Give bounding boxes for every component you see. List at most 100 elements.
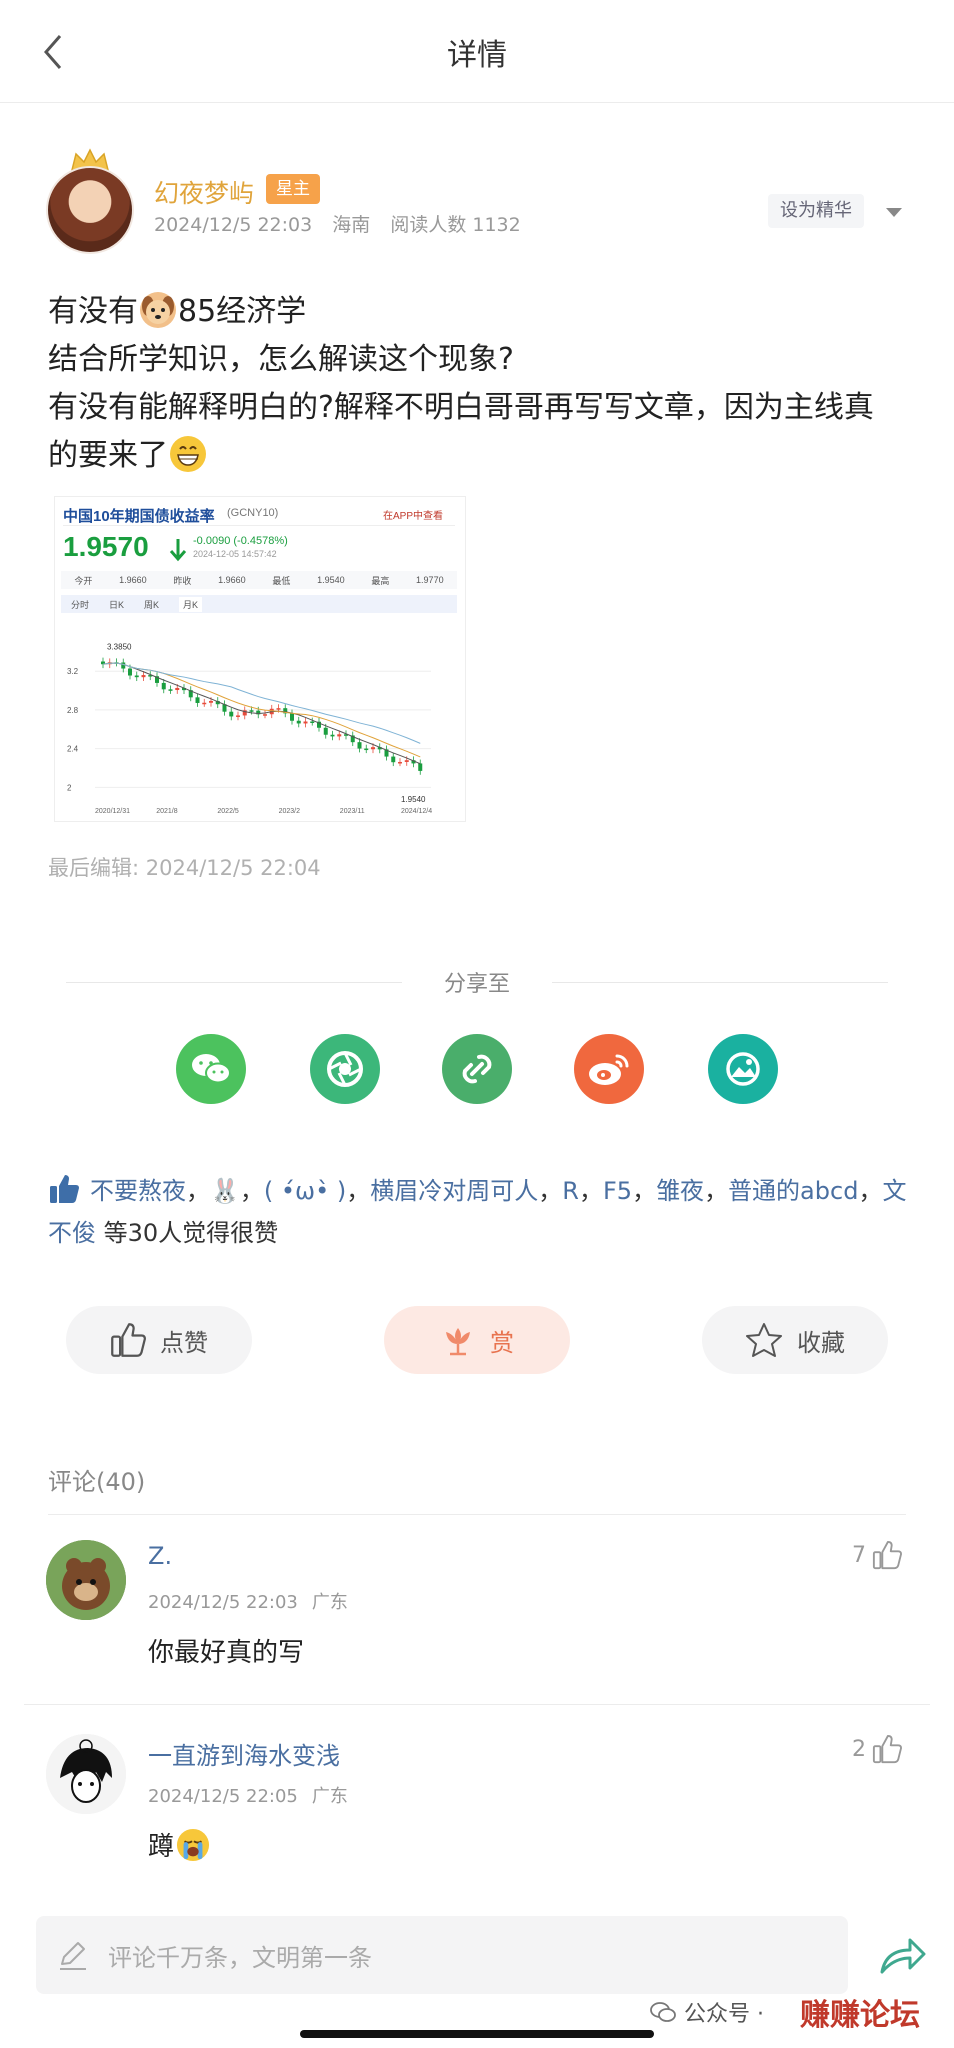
comment-input-placeholder: 评论千万条，文明第一条 bbox=[108, 1943, 372, 1972]
chart-tab[interactable]: 分时 bbox=[71, 598, 89, 611]
last-edit-time: 最后编辑: 2024/12/5 22:04 bbox=[48, 856, 321, 880]
crying-emoji-icon bbox=[176, 1828, 210, 1861]
candle-body bbox=[202, 702, 207, 705]
peak-label: 3.3850 bbox=[107, 642, 132, 651]
star-icon bbox=[746, 1323, 782, 1357]
comments-title: 评论(40) bbox=[48, 1468, 146, 1496]
candle-body bbox=[209, 700, 213, 703]
chart-tab[interactable]: 周K bbox=[144, 598, 159, 611]
liker[interactable]: ( •́ω•̀ ) bbox=[264, 1177, 346, 1205]
wechat-official-icon bbox=[650, 2002, 676, 2022]
candle-body bbox=[290, 713, 294, 721]
comment-divider bbox=[24, 1704, 930, 1705]
liker[interactable]: 普通的abcd bbox=[728, 1177, 858, 1205]
comment-author[interactable]: Z. bbox=[148, 1542, 172, 1570]
comment-avatar[interactable] bbox=[46, 1734, 126, 1814]
quote-prev-value: 1.9660 bbox=[218, 575, 246, 585]
chart-quotes: 今开 1.9660 昨收 1.9660 最低 1.9540 最高 1.9770 bbox=[61, 571, 457, 589]
comments-divider bbox=[48, 1514, 906, 1515]
chart-timestamp: 2024-12-05 14:57:42 bbox=[193, 549, 277, 559]
comment-text: 你最好真的写 bbox=[148, 1638, 305, 1668]
set-essence-button[interactable]: 设为精华 bbox=[768, 194, 864, 228]
candle-body bbox=[236, 715, 240, 717]
comment-like-button[interactable]: 2 bbox=[852, 1734, 902, 1764]
forward-share-icon[interactable] bbox=[874, 1928, 930, 1984]
watermark-text: 公众号 · bbox=[684, 2002, 764, 2027]
candle-body bbox=[296, 720, 301, 724]
liker[interactable]: 🐰 bbox=[210, 1177, 240, 1205]
quote-high-label: 最高 bbox=[371, 575, 390, 586]
chart-divider bbox=[63, 525, 455, 526]
reward-button[interactable]: 赏 bbox=[384, 1306, 570, 1374]
likes-summary: 等30人觉得很赞 bbox=[103, 1219, 279, 1247]
quote-high-value: 1.9770 bbox=[416, 575, 444, 585]
candle-body bbox=[330, 734, 335, 737]
post-line1-prefix: 有没有 bbox=[48, 294, 138, 329]
chart-tab-active[interactable]: 月K bbox=[179, 596, 203, 612]
collect-button-label: 收藏 bbox=[797, 1328, 845, 1357]
down-arrow-icon bbox=[169, 539, 187, 562]
chart-title: 中国10年期国债收益率 bbox=[63, 508, 215, 525]
liker[interactable]: 不要熬夜 bbox=[90, 1177, 186, 1205]
chart-tab[interactable]: 日K bbox=[109, 598, 124, 611]
candle-body bbox=[263, 714, 267, 716]
candle-body bbox=[323, 727, 328, 735]
comment-time: 2024/12/5 22:03 bbox=[148, 1592, 298, 1613]
candle-body bbox=[175, 687, 180, 691]
comment-author[interactable]: 一直游到海水变浅 bbox=[148, 1736, 340, 1771]
thumb-up-icon bbox=[872, 1734, 902, 1764]
avatar-image bbox=[46, 166, 134, 254]
liker[interactable]: 雏夜 bbox=[656, 1177, 704, 1205]
candle-body bbox=[357, 742, 362, 749]
y-tick-label: 2.8 bbox=[67, 706, 79, 715]
read-count: 阅读人数 1132 bbox=[390, 214, 521, 236]
liker[interactable]: 横眉冷对周可人 bbox=[370, 1177, 538, 1205]
comment-meta: 2024/12/5 22:05 广东 bbox=[148, 1782, 362, 1808]
low-label: 1.9540 bbox=[401, 795, 426, 804]
share-weibo-button[interactable] bbox=[574, 1034, 644, 1104]
y-tick-label: 3.2 bbox=[67, 667, 79, 676]
candle-body bbox=[337, 734, 342, 737]
candle-body bbox=[229, 711, 234, 717]
x-tick-label: 2021/8 bbox=[156, 808, 178, 815]
post-line1-suffix: 85经济学 bbox=[178, 294, 307, 329]
share-moments-button[interactable] bbox=[310, 1034, 380, 1104]
quote-open-value: 1.9660 bbox=[119, 575, 147, 585]
thumb-up-icon bbox=[111, 1323, 146, 1357]
share-qzone-button[interactable] bbox=[708, 1034, 778, 1104]
candle-body bbox=[391, 756, 396, 763]
wechat-icon bbox=[192, 1054, 231, 1084]
watermark-brand: 赚赚论坛 bbox=[800, 1998, 920, 2033]
share-wechat-button[interactable] bbox=[176, 1034, 246, 1104]
share-link-button[interactable] bbox=[442, 1034, 512, 1104]
thumb-up-filled-icon bbox=[50, 1175, 79, 1203]
y-tick-label: 2.4 bbox=[67, 745, 79, 754]
quote-low-label: 最低 bbox=[272, 575, 291, 586]
collect-button[interactable]: 收藏 bbox=[702, 1306, 888, 1374]
thumb-up-icon bbox=[872, 1540, 902, 1570]
like-button[interactable]: 点赞 bbox=[66, 1306, 252, 1374]
comment-like-button[interactable]: 7 bbox=[852, 1540, 902, 1570]
reward-button-label: 赏 bbox=[490, 1328, 514, 1357]
liker[interactable]: F5 bbox=[603, 1177, 632, 1205]
comment-input[interactable]: 评论千万条，文明第一条 bbox=[36, 1916, 848, 1994]
author-avatar[interactable] bbox=[46, 148, 134, 254]
post-content: 有没有 85经济学 结合所学知识，怎么解读这个现象? 有没有能解释明白的?解释不明… bbox=[48, 288, 908, 480]
chart-code: (GCNY10) bbox=[227, 507, 279, 519]
candle-body bbox=[371, 747, 375, 750]
watermark: 公众号 · bbox=[650, 1996, 764, 2028]
likes-list: 不要熬夜，🐰，( •́ω•̀ )，横眉冷对周可人，R，F5，雏夜，普通的abcd… bbox=[48, 1170, 908, 1254]
post-time: 2024/12/5 22:03 bbox=[154, 214, 313, 236]
comment-avatar[interactable] bbox=[46, 1540, 126, 1620]
liker[interactable]: R bbox=[562, 1177, 579, 1205]
candle-body bbox=[121, 662, 126, 669]
candle-body bbox=[303, 721, 308, 724]
candle-body bbox=[276, 708, 281, 710]
comment-location: 广东 bbox=[311, 1592, 348, 1613]
chart-image[interactable]: 中国10年期国债收益率 (GCNY10) 在APP中查看 1.9570 -0.0… bbox=[54, 496, 466, 822]
link-icon bbox=[462, 1054, 492, 1084]
candle-body bbox=[161, 682, 166, 690]
dropdown-arrow-icon[interactable] bbox=[882, 200, 906, 224]
candle-body bbox=[398, 761, 402, 764]
author-name[interactable]: 幻夜梦屿 bbox=[154, 174, 254, 210]
